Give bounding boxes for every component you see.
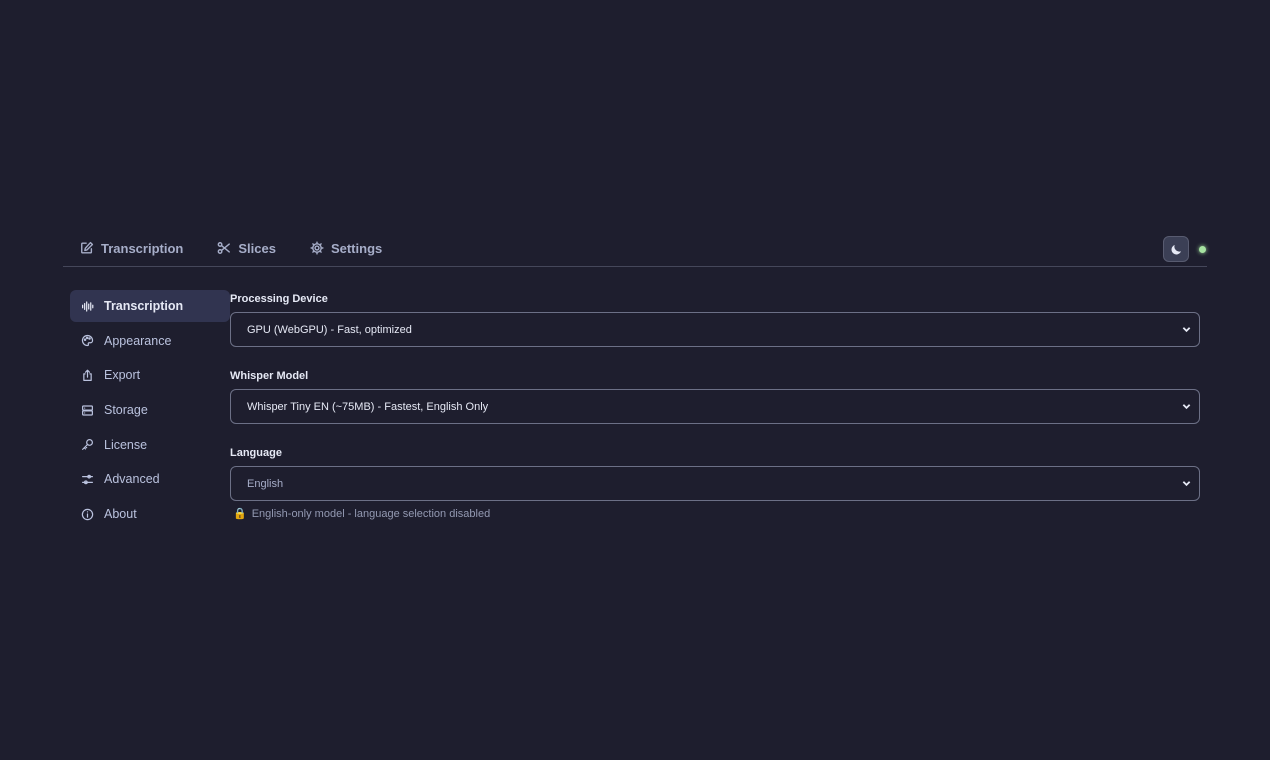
- settings-sidebar: Transcription Appearance Export Storage …: [63, 290, 230, 533]
- sidebar-item-transcription[interactable]: Transcription: [70, 290, 230, 322]
- status-indicator: [1199, 245, 1206, 253]
- language-hint: 🔒 English-only model - language selectio…: [230, 507, 1207, 521]
- chevron-down-icon: [1182, 404, 1191, 410]
- sidebar-item-storage[interactable]: Storage: [70, 394, 230, 426]
- sidebar-item-label: Storage: [104, 403, 148, 418]
- settings-panel: Processing Device GPU (WebGPU) - Fast, o…: [230, 290, 1207, 533]
- tab-label: Slices: [238, 240, 276, 256]
- sidebar-item-appearance[interactable]: Appearance: [70, 325, 230, 357]
- sidebar-item-label: About: [104, 507, 137, 522]
- settings-body: Transcription Appearance Export Storage …: [63, 267, 1207, 533]
- processing-device-value: GPU (WebGPU) - Fast, optimized: [247, 323, 412, 336]
- scissors-icon: [217, 242, 231, 254]
- sidebar-item-label: Advanced: [104, 472, 160, 487]
- sidebar-item-advanced[interactable]: Advanced: [70, 463, 230, 495]
- chevron-down-icon: [1182, 327, 1191, 333]
- processing-device-label: Processing Device: [230, 293, 328, 305]
- tab-settings[interactable]: Settings: [293, 230, 399, 266]
- sidebar-item-about[interactable]: About: [70, 498, 230, 530]
- chevron-down-icon: [1182, 481, 1191, 487]
- key-icon: [82, 439, 93, 451]
- sidebar-item-label: Export: [104, 368, 141, 383]
- language-label: Language: [230, 447, 282, 459]
- language-select[interactable]: English: [230, 466, 1200, 501]
- sidebar-item-label: Transcription: [104, 299, 184, 313]
- top-tab-bar: Transcription Slices Settings: [63, 230, 1207, 267]
- gear-icon: [310, 241, 324, 255]
- share-icon: [83, 369, 92, 381]
- tab-label: Settings: [330, 240, 383, 256]
- sidebar-item-export[interactable]: Export: [70, 359, 230, 391]
- palette-icon: [81, 335, 94, 347]
- app-container: Transcription Slices Settings Transcript…: [63, 230, 1207, 533]
- sidebar-item-license[interactable]: License: [70, 429, 230, 461]
- whisper-model-value: Whisper Tiny EN (~75MB) - Fastest, Engli…: [247, 400, 489, 413]
- tab-label: Transcription: [101, 240, 184, 256]
- tab-transcription[interactable]: Transcription: [63, 230, 200, 266]
- processing-device-select[interactable]: GPU (WebGPU) - Fast, optimized: [230, 312, 1200, 347]
- topbar-actions: [1163, 236, 1207, 262]
- language-hint-text: English-only model - language selection …: [251, 507, 491, 520]
- sidebar-item-label: Appearance: [104, 333, 172, 348]
- database-icon: [82, 404, 93, 416]
- tab-slices[interactable]: Slices: [200, 230, 293, 266]
- theme-toggle-button[interactable]: [1163, 236, 1189, 262]
- sidebar-item-label: License: [104, 437, 148, 452]
- whisper-model-label: Whisper Model: [230, 370, 309, 382]
- language-value: English: [247, 477, 284, 490]
- waveform-icon: [82, 300, 94, 312]
- whisper-model-select[interactable]: Whisper Tiny EN (~75MB) - Fastest, Engli…: [230, 389, 1200, 424]
- edit-icon: [81, 241, 94, 254]
- info-icon: [81, 508, 94, 520]
- lock-icon: 🔒: [233, 508, 247, 520]
- sliders-icon: [82, 474, 93, 485]
- moon-icon: [1171, 244, 1181, 254]
